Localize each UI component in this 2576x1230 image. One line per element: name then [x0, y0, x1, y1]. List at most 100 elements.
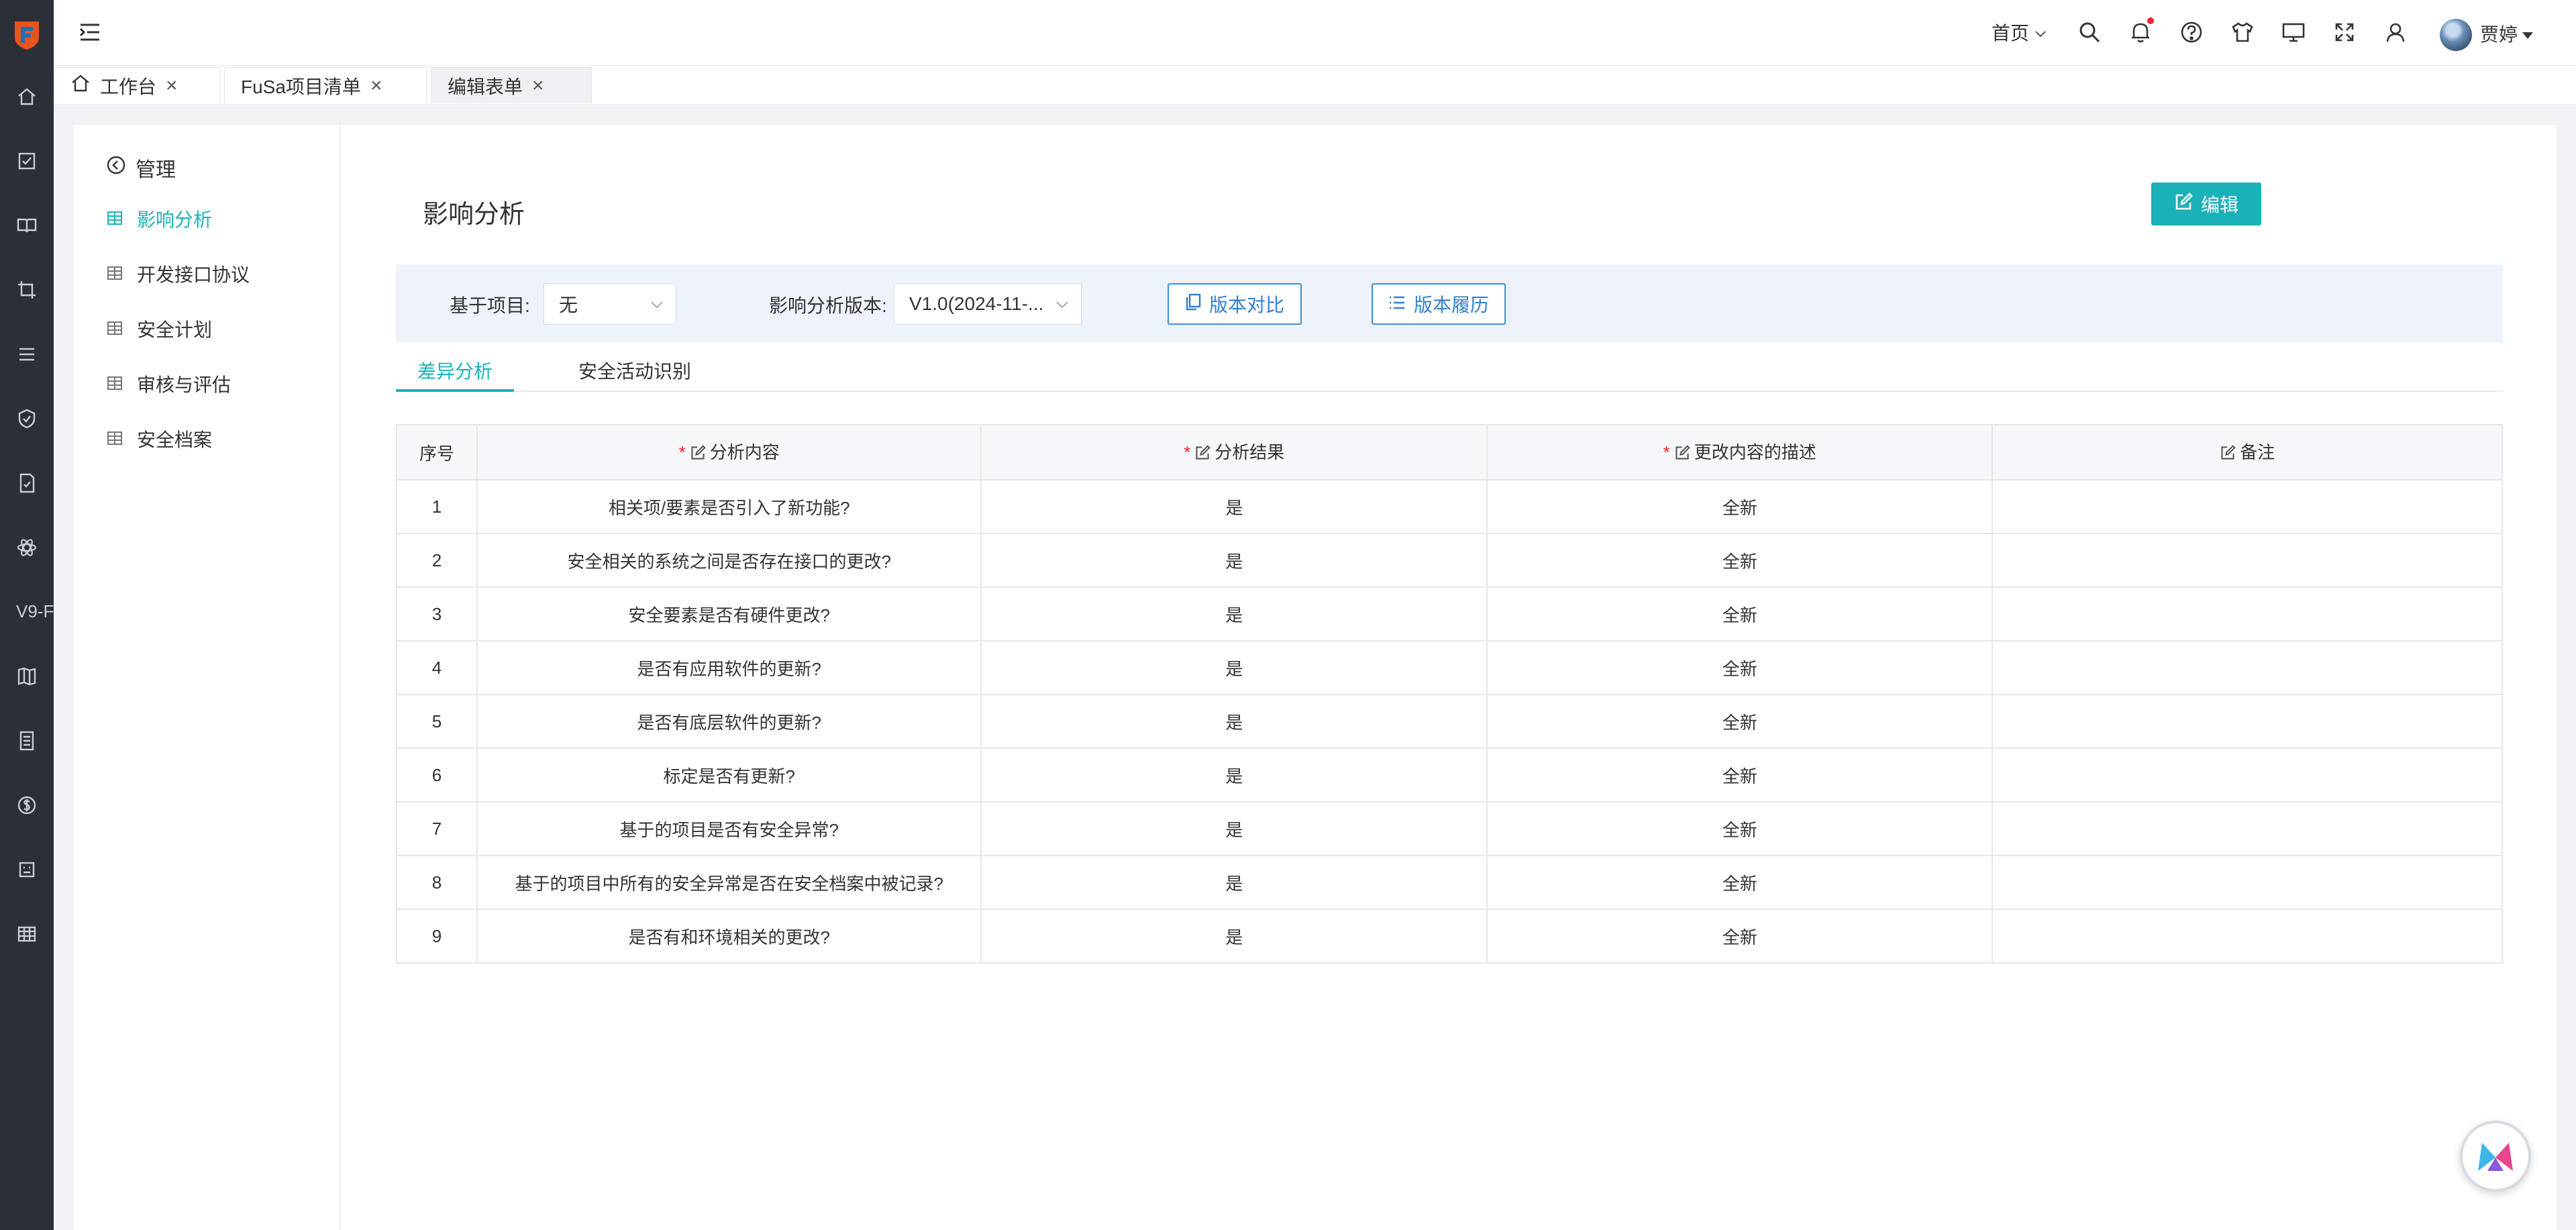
document-check-icon[interactable]: [13, 470, 40, 497]
table-icon: [107, 208, 122, 229]
shield-check-icon[interactable]: [13, 405, 40, 432]
sidebar-text-item[interactable]: V9-F: [16, 601, 54, 622]
sidenav-item-safety-plan[interactable]: 安全计划: [107, 314, 212, 344]
cell-result[interactable]: 是: [980, 855, 1488, 910]
column-header-remark: 备注: [1992, 424, 2503, 480]
tab-diff-analysis[interactable]: 差异分析: [417, 357, 493, 384]
cell-description[interactable]: 全新: [1486, 694, 1994, 749]
bell-icon[interactable]: [2126, 17, 2155, 47]
cell-remark[interactable]: [1992, 748, 2503, 803]
cell-description[interactable]: 全新: [1486, 801, 1994, 856]
sidenav-item-safety-archive[interactable]: 安全档案: [107, 424, 212, 454]
cell-description[interactable]: 全新: [1486, 855, 1994, 910]
version-history-button[interactable]: 版本履历: [1372, 283, 1506, 325]
list-icon[interactable]: [13, 341, 40, 368]
menu-toggle-icon[interactable]: [76, 19, 103, 46]
home-dropdown[interactable]: 首页: [1992, 19, 2047, 46]
fullscreen-icon[interactable]: [2330, 17, 2359, 47]
assistant-logo-icon[interactable]: [2460, 1121, 2531, 1192]
dollar-icon[interactable]: [13, 792, 40, 819]
table-row[interactable]: 3 安全要素是否有硬件更改? 是 全新: [396, 586, 2503, 642]
table-row[interactable]: 1 相关项/要素是否引入了新功能? 是 全新: [396, 479, 2503, 534]
cell-description[interactable]: 全新: [1486, 479, 1994, 534]
help-icon[interactable]: [2177, 17, 2206, 47]
sidenav-item-audit[interactable]: 审核与评估: [107, 369, 231, 399]
checkbox-icon[interactable]: [13, 148, 40, 174]
table-row[interactable]: 6 标定是否有更新? 是 全新: [396, 748, 2503, 803]
table-row[interactable]: 5 是否有底层软件的更新? 是 全新: [396, 694, 2503, 749]
avatar[interactable]: [2440, 19, 2472, 51]
version-select[interactable]: V1.0(2024-11-...: [894, 283, 1082, 325]
cell-remark[interactable]: [1992, 479, 2503, 534]
user-menu[interactable]: 贾婷: [2480, 20, 2534, 47]
book-open-icon[interactable]: [13, 212, 40, 239]
tab-label: 差异分析: [417, 361, 493, 382]
cell-description[interactable]: 全新: [1486, 586, 1994, 642]
tab-safety-activity[interactable]: 安全活动识别: [578, 357, 691, 384]
back-button[interactable]: 管理: [106, 153, 176, 183]
close-icon[interactable]: ×: [166, 75, 178, 96]
cell-content[interactable]: 相关项/要素是否引入了新功能?: [476, 479, 982, 534]
cell-result[interactable]: 是: [980, 586, 1488, 642]
cell-content[interactable]: 是否有和环境相关的更改?: [476, 909, 982, 964]
sidenav-item-dev-interface[interactable]: 开发接口协议: [107, 259, 250, 289]
cell-remark[interactable]: [1992, 640, 2503, 695]
sidenav-item-impact-analysis[interactable]: 影响分析: [107, 204, 212, 234]
cell-content[interactable]: 标定是否有更新?: [476, 748, 982, 803]
edit-button[interactable]: 编辑: [2151, 183, 2261, 225]
form-icon[interactable]: [13, 727, 40, 754]
tab-edit-form[interactable]: 编辑表单 ×: [431, 67, 592, 103]
table-row[interactable]: 4 是否有应用软件的更新? 是 全新: [396, 640, 2503, 695]
app-logo-icon[interactable]: [12, 19, 42, 51]
project-select[interactable]: 无: [544, 283, 676, 325]
home-icon[interactable]: [13, 83, 40, 110]
close-icon[interactable]: ×: [370, 75, 382, 96]
table-row[interactable]: 7 基于的项目是否有安全异常? 是 全新: [396, 801, 2503, 856]
main-card: 管理 影响分析 开发接口协议 安全计划 审核与评估 安全档案 影响分析 编辑 基…: [74, 125, 2557, 1230]
version-compare-button[interactable]: 版本对比: [1168, 283, 1302, 325]
map-book-icon[interactable]: [13, 663, 40, 690]
cell-content[interactable]: 基于的项目是否有安全异常?: [476, 801, 982, 856]
tab-workbench[interactable]: 工作台 ×: [54, 67, 220, 103]
page-tabs: 工作台 × FuSa项目清单 × 编辑表单 ×: [54, 66, 2576, 105]
edit-icon: [690, 445, 706, 466]
search-icon[interactable]: [2075, 17, 2104, 47]
robot-icon[interactable]: [13, 856, 40, 883]
cell-result[interactable]: 是: [980, 909, 1488, 964]
table-header-row: 序号 * 分析内容 * 分析结果 * 更改内容的描述 备注: [396, 424, 2503, 480]
atom-icon[interactable]: [13, 534, 40, 561]
cell-result[interactable]: 是: [980, 748, 1488, 803]
cell-content[interactable]: 是否有应用软件的更新?: [476, 640, 982, 695]
cell-description[interactable]: 全新: [1486, 909, 1994, 964]
cell-result[interactable]: 是: [980, 533, 1488, 588]
cell-description[interactable]: 全新: [1486, 533, 1994, 588]
cell-remark[interactable]: [1992, 801, 2503, 856]
cell-result[interactable]: 是: [980, 694, 1488, 749]
cell-remark[interactable]: [1992, 694, 2503, 749]
close-icon[interactable]: ×: [532, 75, 544, 96]
cell-remark[interactable]: [1992, 533, 2503, 588]
tab-fusa-project-list[interactable]: FuSa项目清单 ×: [224, 67, 427, 103]
monitor-icon[interactable]: [2279, 17, 2308, 47]
cell-result[interactable]: 是: [980, 479, 1488, 534]
cell-remark[interactable]: [1992, 586, 2503, 642]
cell-remark[interactable]: [1992, 855, 2503, 910]
sidenav-item-label: 审核与评估: [137, 374, 231, 395]
cell-description[interactable]: 全新: [1486, 640, 1994, 695]
cell-remark[interactable]: [1992, 909, 2503, 964]
edit-icon: [1674, 445, 1690, 466]
cell-content[interactable]: 安全要素是否有硬件更改?: [476, 586, 982, 642]
cell-result[interactable]: 是: [980, 640, 1488, 695]
shirt-icon[interactable]: [2228, 17, 2257, 47]
cell-content[interactable]: 是否有底层软件的更新?: [476, 694, 982, 749]
cell-content[interactable]: 基于的项目中所有的安全异常是否在安全档案中被记录?: [476, 855, 982, 910]
table-row[interactable]: 9 是否有和环境相关的更改? 是 全新: [396, 909, 2503, 964]
crop-icon[interactable]: [13, 276, 40, 303]
table-row[interactable]: 2 安全相关的系统之间是否存在接口的更改? 是 全新: [396, 533, 2503, 588]
table-row[interactable]: 8 基于的项目中所有的安全异常是否在安全档案中被记录? 是 全新: [396, 855, 2503, 910]
table-icon[interactable]: [13, 921, 40, 947]
cell-description[interactable]: 全新: [1486, 748, 1994, 803]
cell-result[interactable]: 是: [980, 801, 1488, 856]
user-switch-icon[interactable]: [2381, 17, 2410, 47]
cell-content[interactable]: 安全相关的系统之间是否存在接口的更改?: [476, 533, 982, 588]
